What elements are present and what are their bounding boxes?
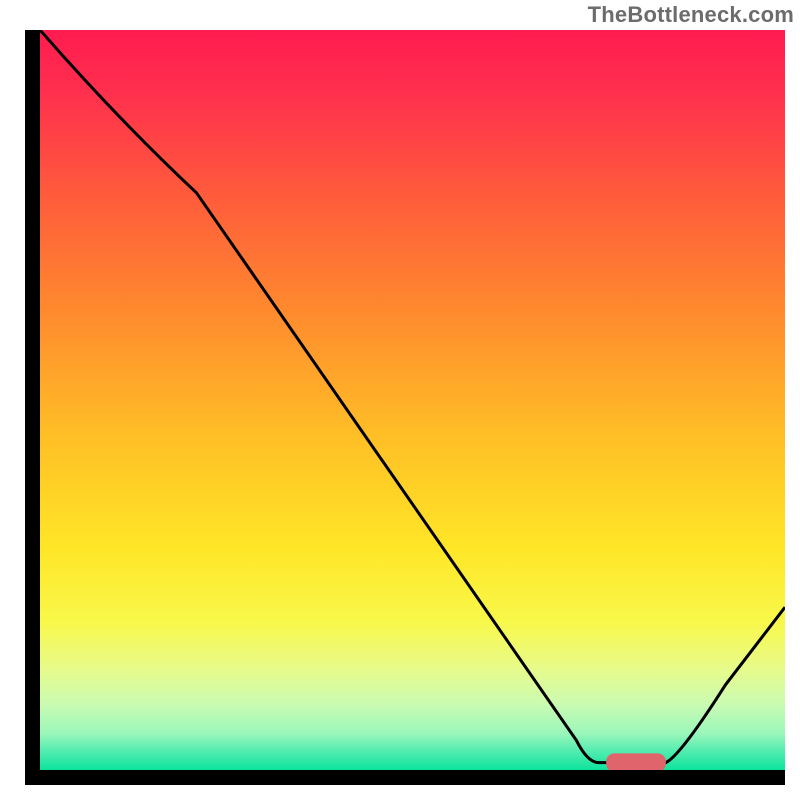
chart-figure: TheBottleneck.com bbox=[0, 0, 800, 800]
bottleneck-curve bbox=[40, 30, 785, 763]
chart-lines-layer bbox=[40, 30, 785, 770]
watermark-text: TheBottleneck.com bbox=[588, 2, 794, 28]
y-axis-border bbox=[25, 30, 40, 785]
optimal-marker bbox=[606, 753, 666, 770]
x-axis-border bbox=[25, 770, 785, 785]
